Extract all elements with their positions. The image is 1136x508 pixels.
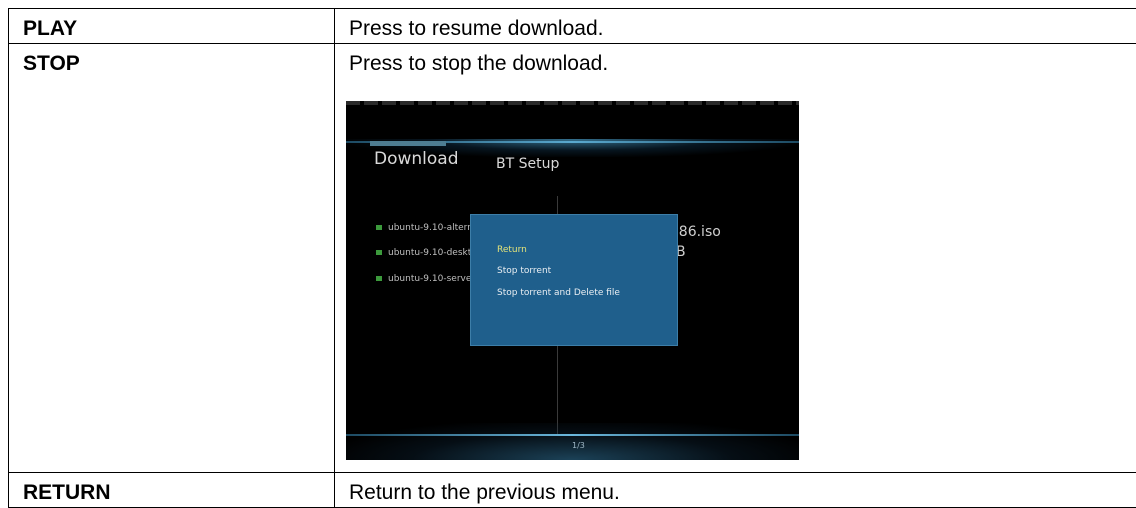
menu-item-stop-torrent[interactable]: Stop torrent (497, 266, 551, 276)
file-name: ubuntu-9.10-desktop-i38 (388, 248, 474, 258)
top-bar-decoration (346, 101, 799, 105)
active-tab-indicator (370, 141, 446, 146)
status-bullet-icon (376, 250, 382, 255)
menu-item-stop-and-delete[interactable]: Stop torrent and Delete file (497, 288, 620, 298)
list-item: ubuntu-9.10-desktop-i38 (376, 248, 474, 258)
menu-item-return[interactable]: Return (497, 245, 527, 255)
key-description: Return to the previous menu. (335, 473, 1136, 506)
list-item: ubuntu-9.10-server-i386 (376, 274, 474, 284)
list-item: ubuntu-9.10-alternate-i3 (376, 223, 474, 233)
table-row: PLAY Press to resume download. (9, 9, 1136, 44)
file-name: ubuntu-9.10-alternate-i3 (388, 223, 474, 233)
key-cell: RETURN (9, 473, 335, 508)
key-cell: STOP (9, 44, 335, 473)
tab-bt-setup: BT Setup (496, 156, 559, 172)
key-cell: PLAY (9, 9, 335, 44)
description-cell: Return to the previous menu. (335, 473, 1136, 508)
table-row: RETURN Return to the previous menu. (9, 473, 1136, 508)
key-label: RETURN (9, 473, 334, 506)
description-cell: Press to resume download. (335, 9, 1136, 44)
stop-options-popup: Return Stop torrent Stop torrent and Del… (470, 214, 678, 346)
key-description: Press to stop the download. (335, 44, 1136, 77)
status-bullet-icon (376, 276, 382, 281)
key-label: STOP (9, 44, 334, 77)
key-description: Press to resume download. (335, 9, 1136, 42)
tab-download: Download (374, 149, 459, 169)
page-indicator: 1/3 (572, 441, 585, 450)
bottom-divider-line (346, 434, 799, 436)
file-name: ubuntu-9.10-server-i386 (388, 274, 474, 284)
status-bullet-icon (376, 225, 382, 230)
download-screen-screenshot: Download BT Setup ubuntu-9.10-alternate-… (346, 101, 799, 460)
key-label: PLAY (9, 9, 334, 42)
